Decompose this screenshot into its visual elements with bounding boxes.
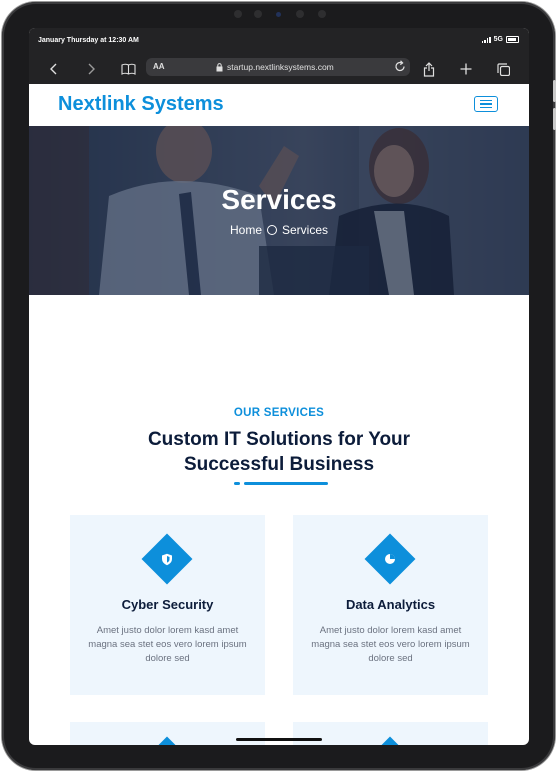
section-eyebrow: OUR SERVICES <box>233 407 325 419</box>
side-button <box>553 80 556 102</box>
service-card-data-analytics[interactable]: Data Analytics Amet justo dolor lorem ka… <box>293 515 488 695</box>
side-button <box>553 108 556 130</box>
shield-icon <box>149 541 185 577</box>
network-label: 5G <box>493 36 503 43</box>
forward-icon[interactable] <box>84 54 98 84</box>
status-bar: January Thursday at 12:30 AM 5G <box>29 28 529 54</box>
url-display: startup.nextlinksystems.com <box>216 62 334 72</box>
breadcrumb-home-link[interactable]: Home <box>230 223 262 237</box>
battery-icon <box>506 36 519 43</box>
home-indicator[interactable] <box>236 738 322 741</box>
breadcrumb-current: Services <box>282 223 329 237</box>
reload-icon[interactable] <box>394 60 406 75</box>
hero-banner: Services Home Services <box>29 126 529 295</box>
service-card-cyber-security[interactable]: Cyber Security Amet justo dolor lorem ka… <box>70 515 265 695</box>
status-indicators: 5G <box>481 36 519 43</box>
tabs-icon[interactable] <box>496 54 510 84</box>
screen: January Thursday at 12:30 AM 5G AA start… <box>29 28 529 745</box>
circle-separator-icon <box>267 225 277 235</box>
pie-chart-icon <box>372 541 408 577</box>
signal-icon <box>481 36 491 43</box>
lock-icon <box>216 62 223 71</box>
breadcrumb: Home Services <box>29 223 529 237</box>
service-card-partial[interactable] <box>70 722 265 745</box>
brand-logo[interactable]: Nextlink Systems <box>58 93 224 116</box>
card-description: Amet justo dolor lorem kasd amet magna s… <box>88 625 247 664</box>
camera-dot <box>254 10 262 18</box>
camera-lens <box>276 12 281 17</box>
text-size-button[interactable]: AA <box>153 62 165 71</box>
url-text: startup.nextlinksystems.com <box>227 62 334 72</box>
card-title: Data Analytics <box>345 597 436 612</box>
address-bar[interactable]: AA startup.nextlinksystems.com <box>146 58 410 76</box>
status-time: January Thursday at 12:30 AM <box>38 37 139 44</box>
service-card-partial[interactable] <box>293 722 488 745</box>
bookmarks-icon[interactable] <box>120 54 136 84</box>
icon-badge <box>141 736 193 745</box>
new-tab-icon[interactable] <box>459 54 473 84</box>
section-heading: Custom IT Solutions for Your Successful … <box>147 429 411 475</box>
menu-toggle-button[interactable] <box>474 96 498 112</box>
hamburger-icon <box>480 99 492 102</box>
heading-underline <box>234 482 328 485</box>
card-description: Amet justo dolor lorem kasd amet magna s… <box>311 625 470 664</box>
icon-badge <box>364 736 416 745</box>
camera-dot <box>234 10 242 18</box>
browser-toolbar: AA startup.nextlinksystems.com <box>29 54 529 84</box>
card-title: Cyber Security <box>121 597 214 612</box>
page-title: Services <box>221 184 337 215</box>
share-icon[interactable] <box>422 54 436 84</box>
back-icon[interactable] <box>47 54 61 84</box>
camera-dot <box>318 10 326 18</box>
camera-dot <box>296 10 304 18</box>
site-navbar: Nextlink Systems <box>29 84 529 126</box>
